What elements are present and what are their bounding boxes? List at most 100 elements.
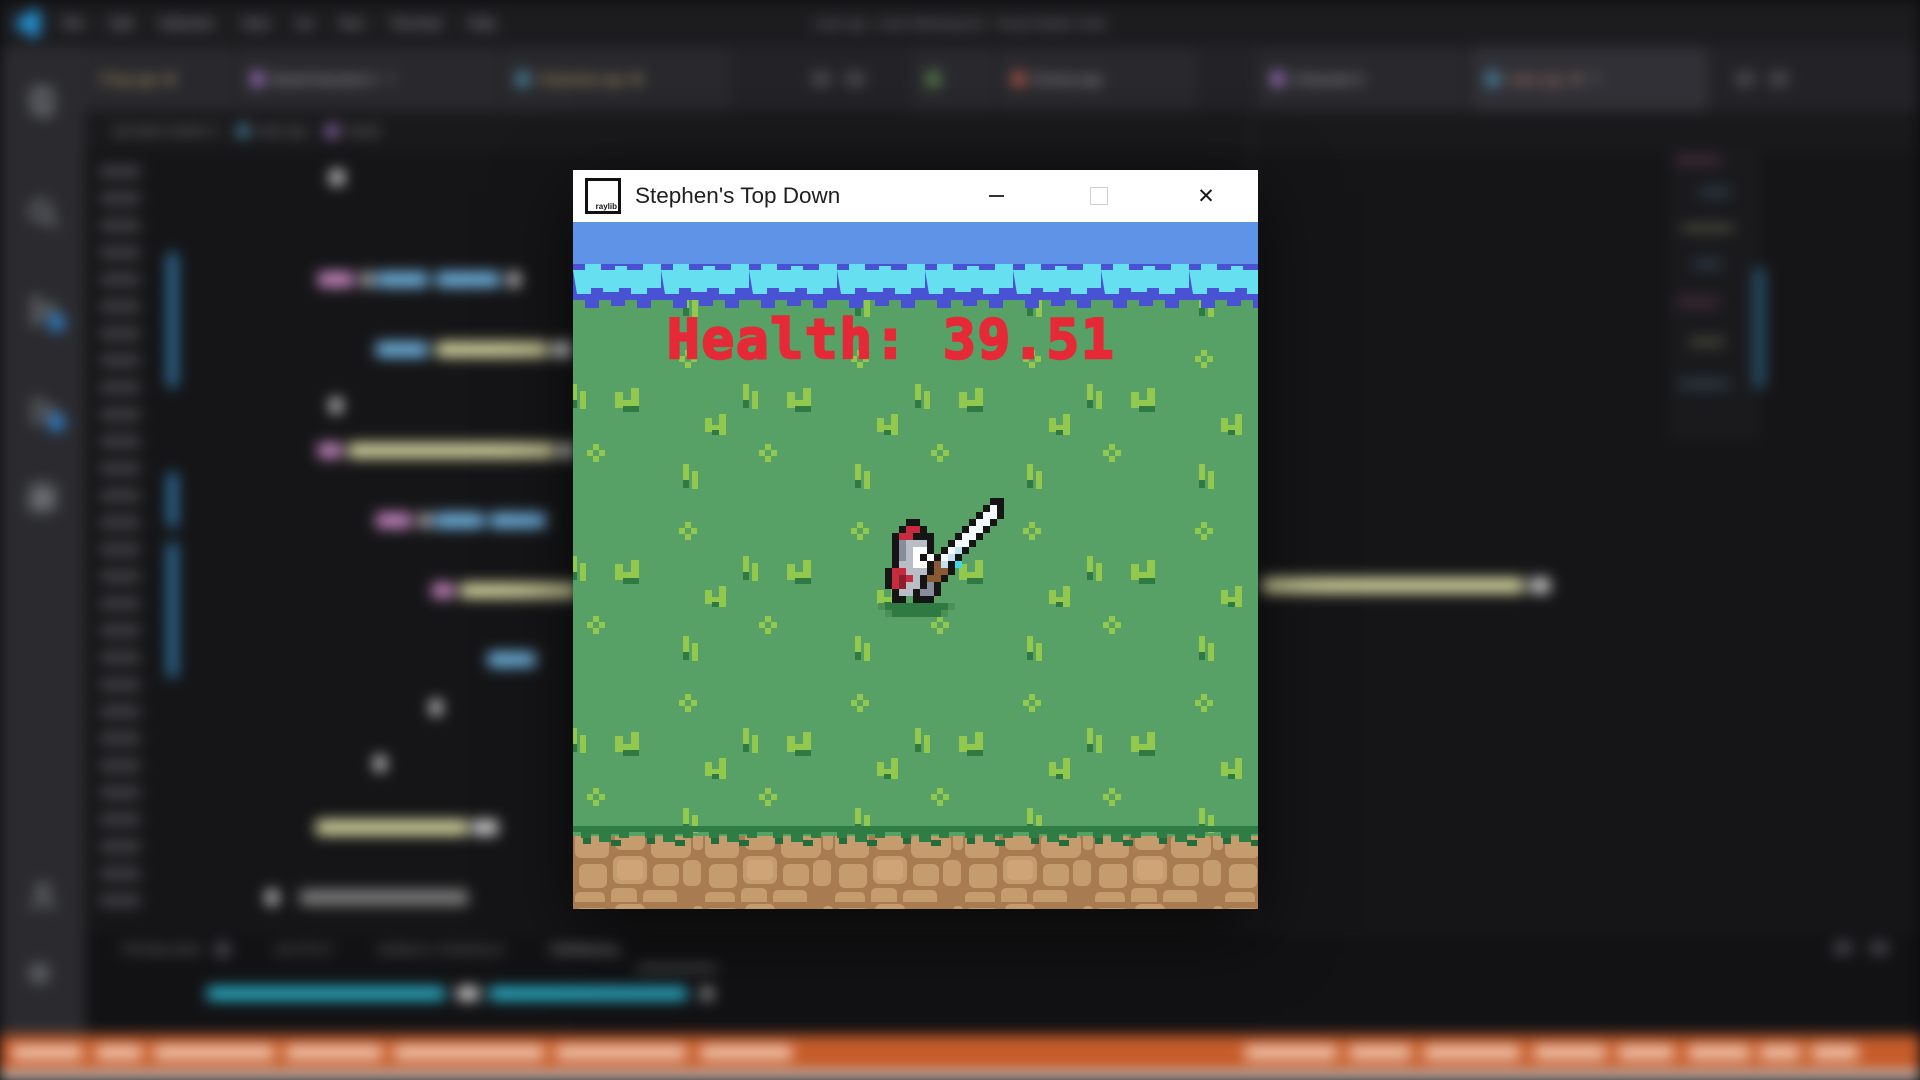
code-token (434, 513, 484, 528)
dirt-band (573, 826, 1258, 909)
status-bar-item[interactable] (286, 1046, 382, 1059)
source-control-badge (48, 314, 65, 331)
code-token (374, 756, 386, 771)
screen-bottom-strip (0, 1071, 1920, 1080)
code-token (552, 342, 572, 357)
health-readout: Health: 39.51 (667, 308, 1116, 371)
more-actions-icon[interactable] (846, 72, 864, 86)
code-token (460, 583, 578, 598)
game-canvas[interactable]: Health: 39.51 (573, 222, 1258, 909)
status-bar-item[interactable] (1760, 1046, 1800, 1059)
raylib-icon: raylib (585, 178, 621, 214)
modified-dot (1573, 75, 1581, 83)
minimap-speck (1700, 190, 1730, 194)
tab-basecharacter-h[interactable]: BaseCharacter.h✕ (236, 47, 501, 111)
status-bar-item[interactable] (1349, 1046, 1411, 1059)
terminal-text (701, 987, 713, 1000)
cpp-file-icon (1487, 72, 1498, 86)
modified-dot (166, 75, 174, 83)
code-token (472, 820, 498, 835)
minimap-speck (1694, 262, 1720, 266)
game-title-bar[interactable]: raylib Stephen's Top Down ✕ (573, 170, 1258, 223)
status-bar-item[interactable] (1534, 1046, 1606, 1059)
tab-prop-cpp[interactable]: Prop.cpp (85, 47, 236, 111)
problems-badge (214, 941, 231, 958)
header-file-icon (1272, 72, 1283, 86)
account-icon[interactable] (27, 879, 59, 911)
panel-kill-icon[interactable] (1834, 941, 1852, 955)
minimap-speck (1690, 340, 1724, 344)
header-file-icon (252, 72, 263, 86)
tab-main-cpp-active[interactable]: main.cpp ✕ (1471, 47, 1710, 111)
status-bar-item[interactable] (1618, 1046, 1674, 1059)
git-gutter-indicator (168, 543, 177, 677)
code-token (376, 272, 428, 287)
status-bar-item[interactable] (700, 1046, 792, 1059)
status-bar-item[interactable] (1812, 1046, 1858, 1059)
panel-tab-debug-console[interactable]: DEBUG CONSOLE (379, 942, 505, 957)
code-token (420, 513, 430, 528)
status-bar-item[interactable] (96, 1046, 142, 1059)
code-token (266, 890, 278, 905)
code-token (316, 820, 468, 835)
ellipsis-icon[interactable] (1770, 72, 1788, 86)
status-bar-item[interactable] (394, 1046, 544, 1059)
panel-close-icon[interactable] (1870, 941, 1888, 955)
tab-enemy-cpp[interactable]: Enemy.cpp (997, 47, 1200, 111)
close-tab-icon[interactable]: ✕ (1590, 71, 1601, 87)
terminal-text (207, 987, 445, 1000)
source-control-icon[interactable] (27, 295, 59, 327)
cpp-file-icon (517, 72, 528, 86)
debug-badge (48, 414, 65, 431)
tab-character-cpp[interactable]: Character.cpp (501, 47, 732, 111)
game-window-title: Stephen's Top Down (635, 183, 840, 209)
minimize-button[interactable] (974, 176, 1018, 216)
code-token (508, 272, 520, 287)
breadcrumb[interactable]: top down section 2› main.cpp› main() (85, 111, 1920, 151)
code-token (300, 890, 468, 905)
editor-tab-bar: Prop.cpp BaseCharacter.h✕ Character.cpp … (85, 47, 1920, 111)
status-bar-item[interactable] (556, 1046, 686, 1059)
code-token (362, 272, 372, 287)
code-token (488, 652, 536, 667)
status-bar-item[interactable] (12, 1046, 82, 1059)
file-icon-green (928, 72, 939, 86)
terminal-text (489, 987, 687, 1000)
close-button[interactable]: ✕ (1184, 176, 1228, 216)
code-token (560, 443, 574, 458)
knight-with-sword-sprite (871, 498, 1011, 617)
panel-tab-problems[interactable]: PROBLEMS (122, 942, 202, 957)
code-token (430, 700, 442, 715)
search-icon[interactable] (27, 197, 59, 229)
status-bar-item[interactable] (1688, 1046, 1750, 1059)
minimap-slider[interactable] (1754, 268, 1765, 388)
close-tab-icon[interactable]: ✕ (385, 71, 396, 87)
status-bar-item[interactable] (1424, 1046, 1520, 1059)
minimap-speck (1680, 382, 1728, 386)
extensions-icon[interactable] (27, 483, 59, 515)
code-token (1530, 578, 1550, 593)
code-token (318, 272, 354, 287)
code-token (348, 443, 556, 458)
explorer-icon[interactable] (27, 85, 59, 117)
modified-dot (633, 75, 641, 83)
split-editor-icon[interactable] (1736, 72, 1754, 86)
run-debug-icon[interactable] (27, 395, 59, 427)
minimap-speck (1682, 226, 1734, 230)
minimap-speck (1678, 300, 1718, 304)
panel-tab-output[interactable]: OUTPUT (275, 942, 334, 957)
status-bar-item[interactable] (1245, 1046, 1337, 1059)
panel-tab-terminal[interactable]: TERMINAL (549, 942, 623, 957)
maximize-button[interactable] (1077, 176, 1121, 216)
method-icon (327, 125, 337, 137)
code-token (436, 342, 548, 357)
code-token (490, 513, 546, 528)
tab-character-h[interactable]: Character.h (1256, 47, 1467, 111)
split-editor-icon[interactable] (812, 72, 830, 86)
code-token (432, 583, 454, 598)
status-bar[interactable] (0, 1035, 1920, 1071)
settings-gear-icon[interactable]: ⚙ (27, 959, 59, 991)
game-window: raylib Stephen's Top Down ✕ (573, 170, 1258, 909)
tab-misc[interactable] (912, 47, 997, 111)
status-bar-item[interactable] (154, 1046, 274, 1059)
